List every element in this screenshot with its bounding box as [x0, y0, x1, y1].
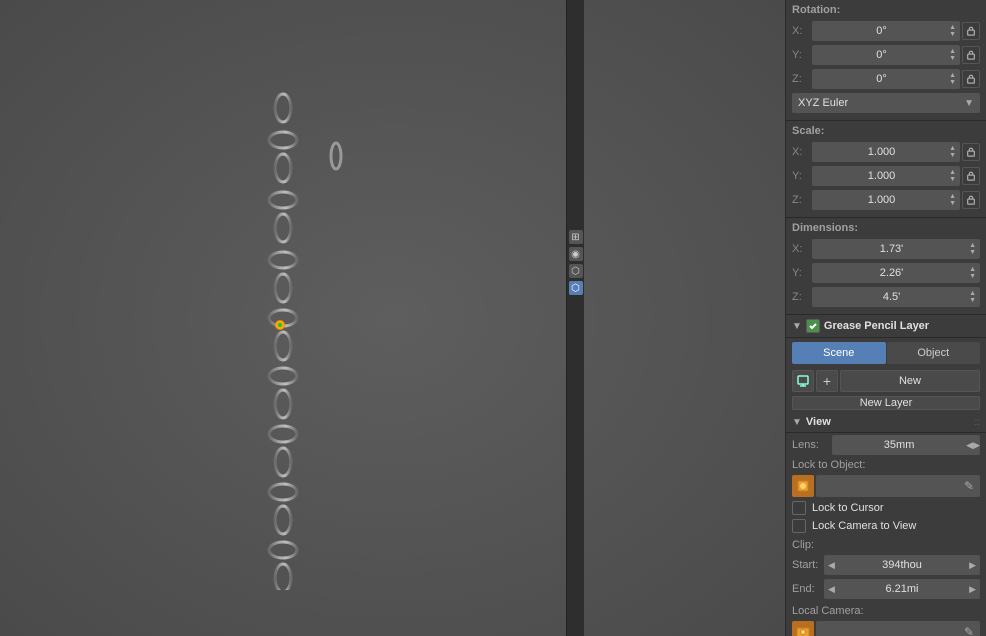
lock-to-object-label: Lock to Object: — [792, 459, 865, 471]
rotation-mode-row: XYZ Euler ▼ — [792, 92, 980, 114]
dim-x-row: X: 1.73' ▲▼ — [792, 238, 980, 260]
clip-start-input[interactable]: ◀ 394thou ▶ — [824, 555, 980, 575]
local-camera-label: Local Camera: — [792, 605, 980, 617]
lock-to-cursor-label: Lock to Cursor — [812, 502, 884, 514]
grease-pencil-section-header[interactable]: ▼ Grease Pencil Layer — [786, 315, 986, 338]
scale-section: Scale: X: 1.000 ▲▼ Y: 1.000 ▲▼ — [786, 121, 986, 218]
properties-icon-4[interactable]: ⬡ — [569, 281, 583, 295]
dim-z-row: Z: 4.5' ▲▼ — [792, 286, 980, 308]
scale-label: Scale: — [792, 125, 980, 137]
scale-x-row: X: 1.000 ▲▼ — [792, 141, 980, 163]
object-tab[interactable]: Object — [887, 342, 981, 364]
lens-row: Lens: 35mm ◀▶ — [792, 435, 980, 455]
rotation-x-label: X: — [792, 25, 812, 37]
dim-y-input[interactable]: 2.26' ▲▼ — [812, 263, 980, 283]
add-new-icon-btn[interactable]: + — [816, 370, 838, 392]
scale-y-label: Y: — [792, 170, 812, 182]
lock-to-cursor-row[interactable]: Lock to Cursor — [792, 501, 980, 515]
camera-picker-row: ✎ — [792, 621, 980, 636]
right-icon-strip: ⊞ ◉ ⬡ ⬡ — [566, 0, 584, 636]
clip-end-row: End: ◀ 6.21mi ▶ — [792, 579, 980, 599]
rotation-y-row: Y: 0° ▲▼ — [792, 44, 980, 66]
lock-to-object-row: Lock to Object: — [792, 459, 980, 471]
new-row: + New — [792, 370, 980, 392]
scale-z-row: Z: 1.000 ▲▼ — [792, 189, 980, 211]
properties-icon-3[interactable]: ⬡ — [569, 264, 583, 278]
grease-pencil-collapse-triangle: ▼ — [792, 321, 802, 332]
grease-pencil-title: Grease Pencil Layer — [824, 320, 929, 332]
pencil-draw-icon-btn[interactable] — [792, 370, 814, 392]
rotation-z-label: Z: — [792, 73, 812, 85]
properties-icon-1[interactable]: ⊞ — [569, 230, 583, 244]
rotation-y-input[interactable]: 0° ▲▼ — [812, 45, 960, 65]
rotation-x-input[interactable]: 0° ▲▼ — [812, 21, 960, 41]
dim-y-row: Y: 2.26' ▲▼ — [792, 262, 980, 284]
scale-y-lock[interactable] — [962, 167, 980, 185]
origin-dot-inner — [278, 323, 282, 327]
clip-start-row: Start: ◀ 394thou ▶ — [792, 555, 980, 575]
object-picker-field[interactable]: ✎ — [816, 475, 980, 497]
new-layer-button[interactable]: New Layer — [792, 396, 980, 410]
viewport[interactable]: ⊞ ◉ ⬡ ⬡ — [0, 0, 785, 636]
dim-z-input[interactable]: 4.5' ▲▼ — [812, 287, 980, 307]
properties-icon-2[interactable]: ◉ — [569, 247, 583, 261]
lock-camera-to-view-checkbox[interactable] — [792, 519, 806, 533]
clip-end-input[interactable]: ◀ 6.21mi ▶ — [824, 579, 980, 599]
eyedropper-icon: ✎ — [964, 479, 974, 493]
scale-z-lock[interactable] — [962, 191, 980, 209]
dim-y-label: Y: — [792, 267, 812, 279]
dim-x-label: X: — [792, 243, 812, 255]
rotation-y-label: Y: — [792, 49, 812, 61]
rotation-section: Rotation: X: 0° ▲▼ Y: 0° ▲▼ — [786, 0, 986, 121]
right-panel: Rotation: X: 0° ▲▼ Y: 0° ▲▼ — [785, 0, 986, 636]
lock-camera-to-view-label: Lock Camera to View — [812, 520, 916, 532]
viewport-background — [0, 0, 785, 636]
scene-object-tabs: Scene Object — [792, 342, 980, 364]
camera-picker-field[interactable]: ✎ — [816, 621, 980, 636]
view-drag-handle: :: — [974, 417, 980, 428]
lens-input[interactable]: 35mm ◀▶ — [832, 435, 980, 455]
dim-z-label: Z: — [792, 291, 812, 303]
small-chain-piece — [328, 140, 344, 172]
clip-start-label: Start: — [792, 559, 824, 571]
grease-pencil-checkbox[interactable] — [806, 319, 820, 333]
rotation-x-row: X: 0° ▲▼ — [792, 20, 980, 42]
view-section-header[interactable]: ▼ View :: — [786, 412, 986, 433]
object-icon[interactable] — [792, 475, 814, 497]
dimensions-section: Dimensions: X: 1.73' ▲▼ Y: 2.26' ▲▼ Z: 4… — [786, 218, 986, 315]
scale-z-label: Z: — [792, 194, 812, 206]
scale-y-input[interactable]: 1.000 ▲▼ — [812, 166, 960, 186]
lock-camera-to-view-row[interactable]: Lock Camera to View — [792, 519, 980, 533]
rotation-y-lock[interactable] — [962, 46, 980, 64]
clip-end-label: End: — [792, 583, 824, 595]
object-picker-row: ✎ — [792, 475, 980, 497]
view-title: View — [806, 416, 831, 428]
new-button[interactable]: New — [840, 370, 980, 392]
lock-to-cursor-checkbox[interactable] — [792, 501, 806, 515]
rotation-x-lock[interactable] — [962, 22, 980, 40]
camera-icon[interactable] — [792, 621, 814, 636]
rotation-z-lock[interactable] — [962, 70, 980, 88]
rotation-mode-dropdown[interactable]: XYZ Euler ▼ — [792, 93, 980, 113]
scale-z-input[interactable]: 1.000 ▲▼ — [812, 190, 960, 210]
dimensions-label: Dimensions: — [792, 222, 980, 234]
scene-tab[interactable]: Scene — [792, 342, 886, 364]
clip-label: Clip: — [792, 539, 980, 551]
scale-x-label: X: — [792, 146, 812, 158]
rotation-z-input[interactable]: 0° ▲▼ — [812, 69, 960, 89]
view-collapse-triangle: ▼ — [792, 417, 802, 428]
scale-x-input[interactable]: 1.000 ▲▼ — [812, 142, 960, 162]
lens-label: Lens: — [792, 439, 832, 451]
chain-illustration — [255, 90, 315, 590]
camera-eyedropper-icon: ✎ — [964, 625, 974, 636]
dim-x-input[interactable]: 1.73' ▲▼ — [812, 239, 980, 259]
scale-y-row: Y: 1.000 ▲▼ — [792, 165, 980, 187]
scale-x-lock[interactable] — [962, 143, 980, 161]
rotation-z-row: Z: 0° ▲▼ — [792, 68, 980, 90]
rotation-label: Rotation: — [792, 4, 980, 16]
